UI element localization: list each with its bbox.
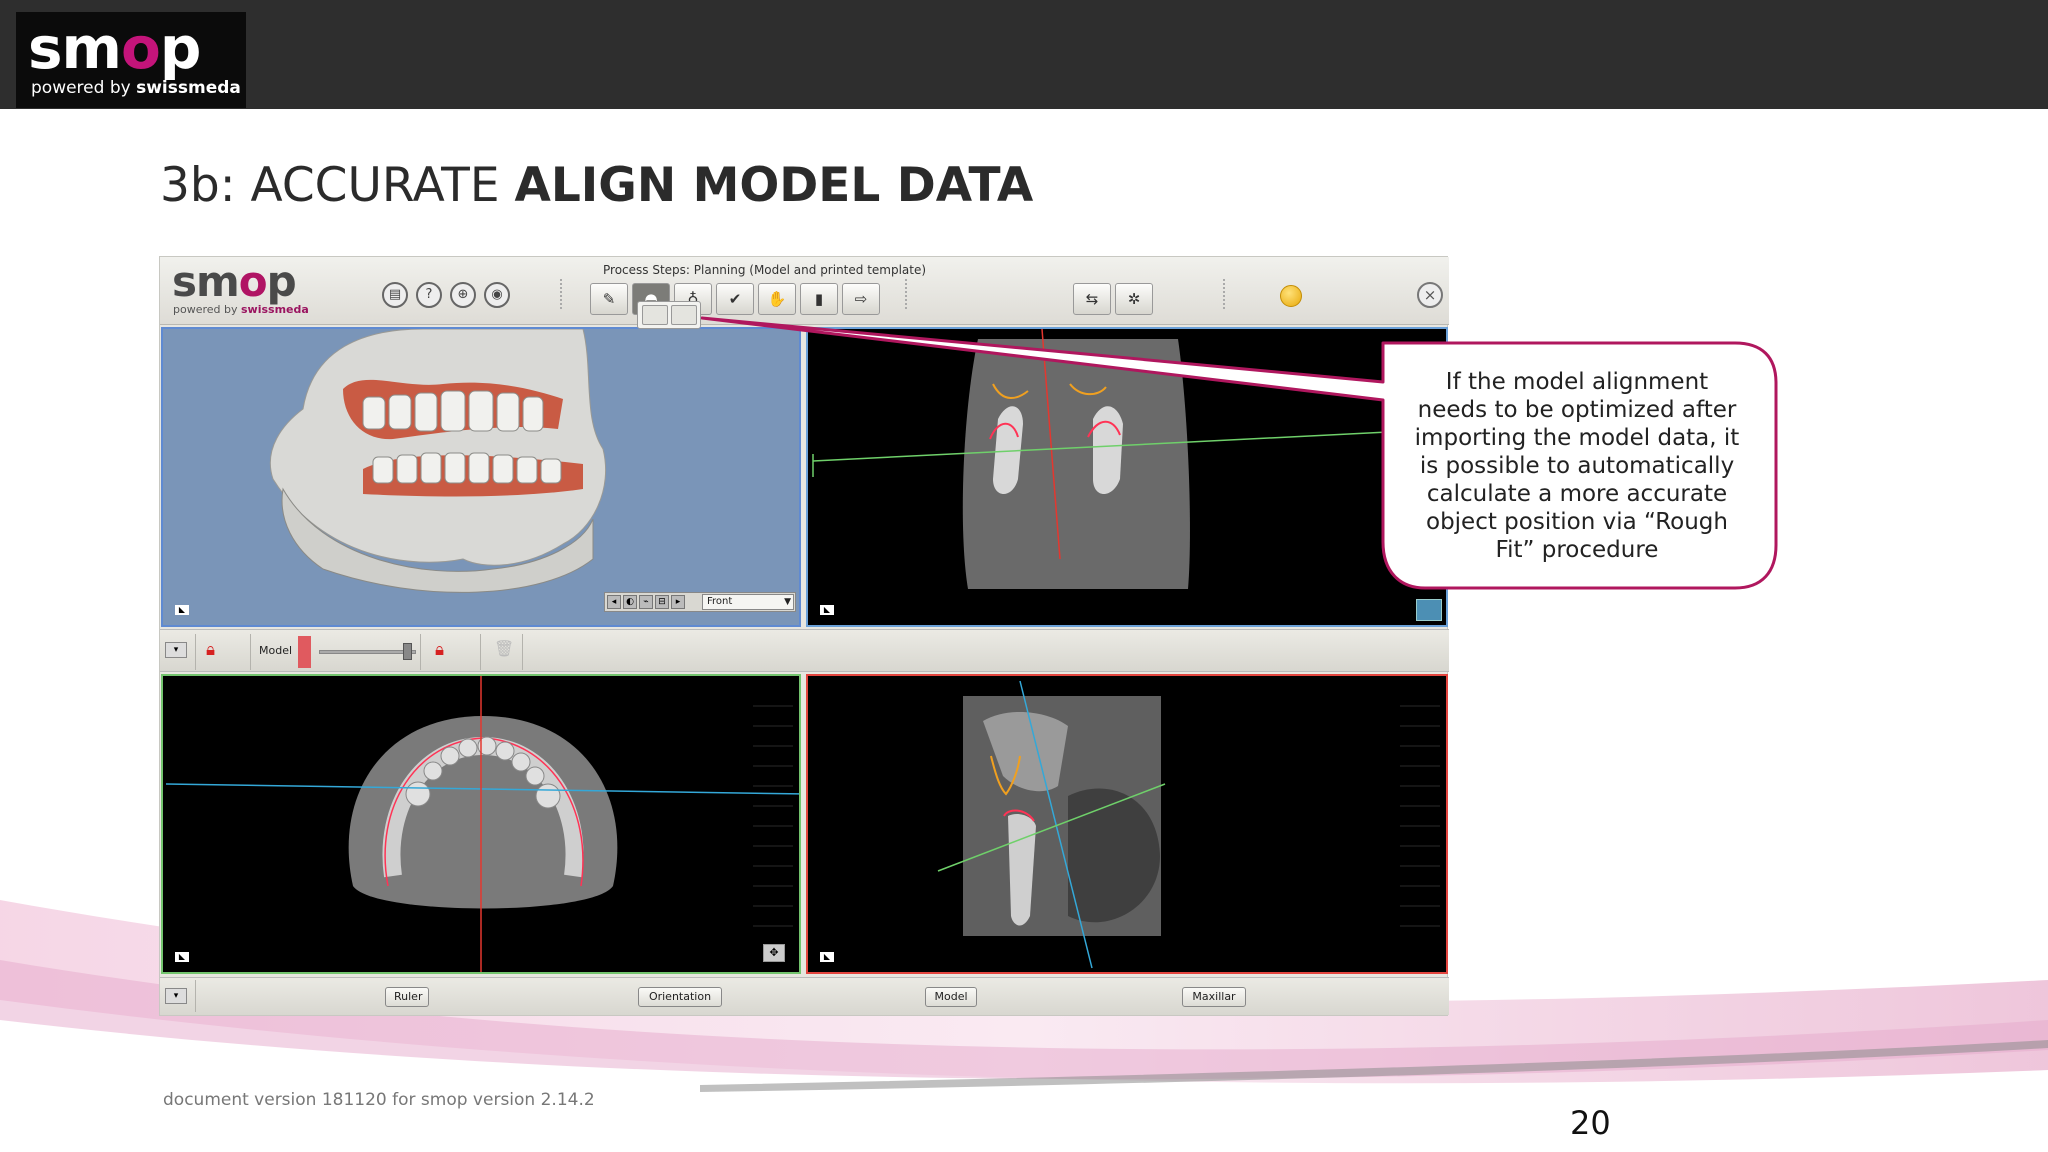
- next-icon[interactable]: ▸: [671, 595, 685, 609]
- lock-icon[interactable]: 🔒︎: [435, 639, 444, 661]
- settings-icon[interactable]: ✲: [1115, 283, 1153, 315]
- view-orientation-control[interactable]: ◂ ◐ ⌁ ⊟ ▸ Front ▼: [604, 592, 796, 612]
- app-toolbar: smop powered by swissmeda ▤ ? ⊕ ◉ Proces…: [160, 257, 1449, 329]
- view-sagittal-slice[interactable]: ◣: [806, 674, 1448, 974]
- ruler-button[interactable]: Ruler: [385, 987, 429, 1007]
- opacity-slider-knob[interactable]: [403, 643, 412, 660]
- status-indicator-icon: [1280, 285, 1302, 307]
- rough-fit-popup[interactable]: [637, 301, 701, 329]
- smop-app-window: smop powered by swissmeda ▤ ? ⊕ ◉ Proces…: [159, 256, 1449, 1016]
- help-icon[interactable]: ?: [416, 282, 442, 308]
- callout-text: If the model alignment needs to be optim…: [1414, 369, 1740, 563]
- model-layer-label: Model: [259, 644, 293, 657]
- view-corner-icon: ◣: [175, 952, 189, 962]
- step-implant-icon[interactable]: ✋: [758, 283, 796, 315]
- image-thumbnail-icon[interactable]: [1416, 599, 1442, 621]
- smop-logo: smop powered by swissmeda: [16, 12, 246, 108]
- app-logo: smop: [172, 257, 297, 306]
- top-header-bar: smop powered by swissmeda: [0, 0, 2048, 109]
- logo-tagline: powered by swissmeda: [31, 78, 241, 98]
- transfer-icon[interactable]: ⇆: [1073, 283, 1111, 315]
- collapse-icon[interactable]: ▾: [165, 642, 187, 658]
- divider: [195, 980, 196, 1012]
- step-sleeve-icon[interactable]: ▮: [800, 283, 838, 315]
- view-corner-icon: ◣: [820, 605, 834, 615]
- prev-icon[interactable]: ◂: [607, 595, 621, 609]
- view-coronal-slice[interactable]: ◣: [806, 327, 1448, 627]
- maxillar-button[interactable]: Maxillar: [1182, 987, 1246, 1007]
- bottom-toolbar: ▾ Ruler Orientation Model Maxillar: [160, 977, 1449, 1015]
- collapse-icon[interactable]: ▾: [165, 988, 187, 1004]
- model-layer-bar: ▾ 🔒︎ Model 🔒︎ 🗑︎: [160, 629, 1449, 672]
- step-export-icon[interactable]: ⇨: [842, 283, 880, 315]
- process-steps-label: Process Steps: Planning (Model and print…: [603, 263, 927, 277]
- toolbar-separator: [560, 279, 562, 309]
- toolbar-separator: [1223, 279, 1225, 309]
- slide-title: 3b: ACCURATE ALIGN MODEL DATA: [160, 158, 1034, 213]
- opacity-slider[interactable]: [319, 650, 416, 654]
- view-3d-model[interactable]: ◂ ◐ ⌁ ⊟ ▸ Front ▼ ◣: [161, 327, 801, 627]
- document-version-note: document version 181120 for smop version…: [163, 1090, 595, 1110]
- fullscreen-icon[interactable]: ✥: [763, 944, 785, 962]
- logo-wordmark: smop: [28, 14, 201, 82]
- coronal-ct-image: [812, 329, 1446, 589]
- view-corner-icon: ◣: [175, 605, 189, 615]
- orientation-select[interactable]: Front ▼: [702, 594, 794, 610]
- divider: [195, 634, 196, 670]
- view-axial-slice[interactable]: ◣ ✥: [161, 674, 801, 974]
- slice-icon[interactable]: ⊟: [655, 595, 669, 609]
- zoom-icon[interactable]: ⊕: [450, 282, 476, 308]
- divider: [480, 634, 481, 670]
- toolbar-separator: [905, 279, 907, 309]
- step-check-icon[interactable]: ✔: [716, 283, 754, 315]
- rough-fit-icon[interactable]: [642, 305, 668, 325]
- model-button[interactable]: Model: [925, 987, 977, 1007]
- cut-icon[interactable]: ⌁: [639, 595, 653, 609]
- divider: [522, 634, 523, 670]
- model-fit-icon[interactable]: [671, 305, 697, 325]
- trash-icon[interactable]: 🗑︎: [494, 639, 514, 658]
- lock-icon[interactable]: 🔒︎: [206, 639, 215, 661]
- divider: [250, 634, 251, 670]
- jaw-3d-render: [269, 329, 607, 593]
- close-icon[interactable]: ×: [1417, 282, 1443, 308]
- model-color-swatch[interactable]: [298, 636, 311, 668]
- page-number: 20: [1570, 1104, 1611, 1142]
- rotate-icon[interactable]: ◐: [623, 595, 637, 609]
- camera-icon[interactable]: ◉: [484, 282, 510, 308]
- divider: [420, 634, 421, 670]
- app-logo-tagline: powered by swissmeda: [173, 303, 309, 316]
- axial-ct-image: [165, 676, 799, 972]
- save-icon[interactable]: ▤: [382, 282, 408, 308]
- view-corner-icon: ◣: [820, 952, 834, 962]
- chevron-down-icon: ▼: [784, 597, 791, 607]
- sagittal-ct-image: [937, 680, 1440, 969]
- orientation-button[interactable]: Orientation: [638, 987, 722, 1007]
- step-import-icon[interactable]: ✎: [590, 283, 628, 315]
